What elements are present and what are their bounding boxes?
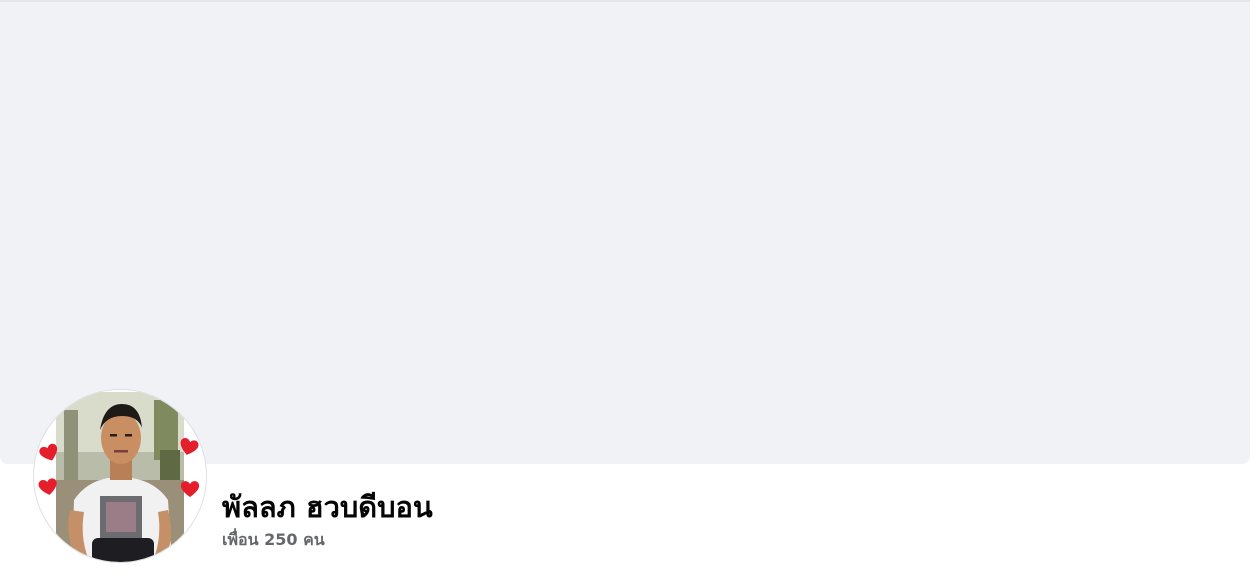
profile-name[interactable]: พัลลภ ฮวบดีบอน	[222, 487, 433, 527]
profile-header: พัลลภ ฮวบดีบอน เพื่อน 250 คน	[0, 0, 1251, 581]
profile-photo	[34, 390, 206, 562]
friends-count-link[interactable]: เพื่อน 250 คน	[222, 530, 325, 550]
profile-avatar[interactable]	[34, 390, 206, 562]
cover-photo[interactable]	[0, 0, 1250, 464]
